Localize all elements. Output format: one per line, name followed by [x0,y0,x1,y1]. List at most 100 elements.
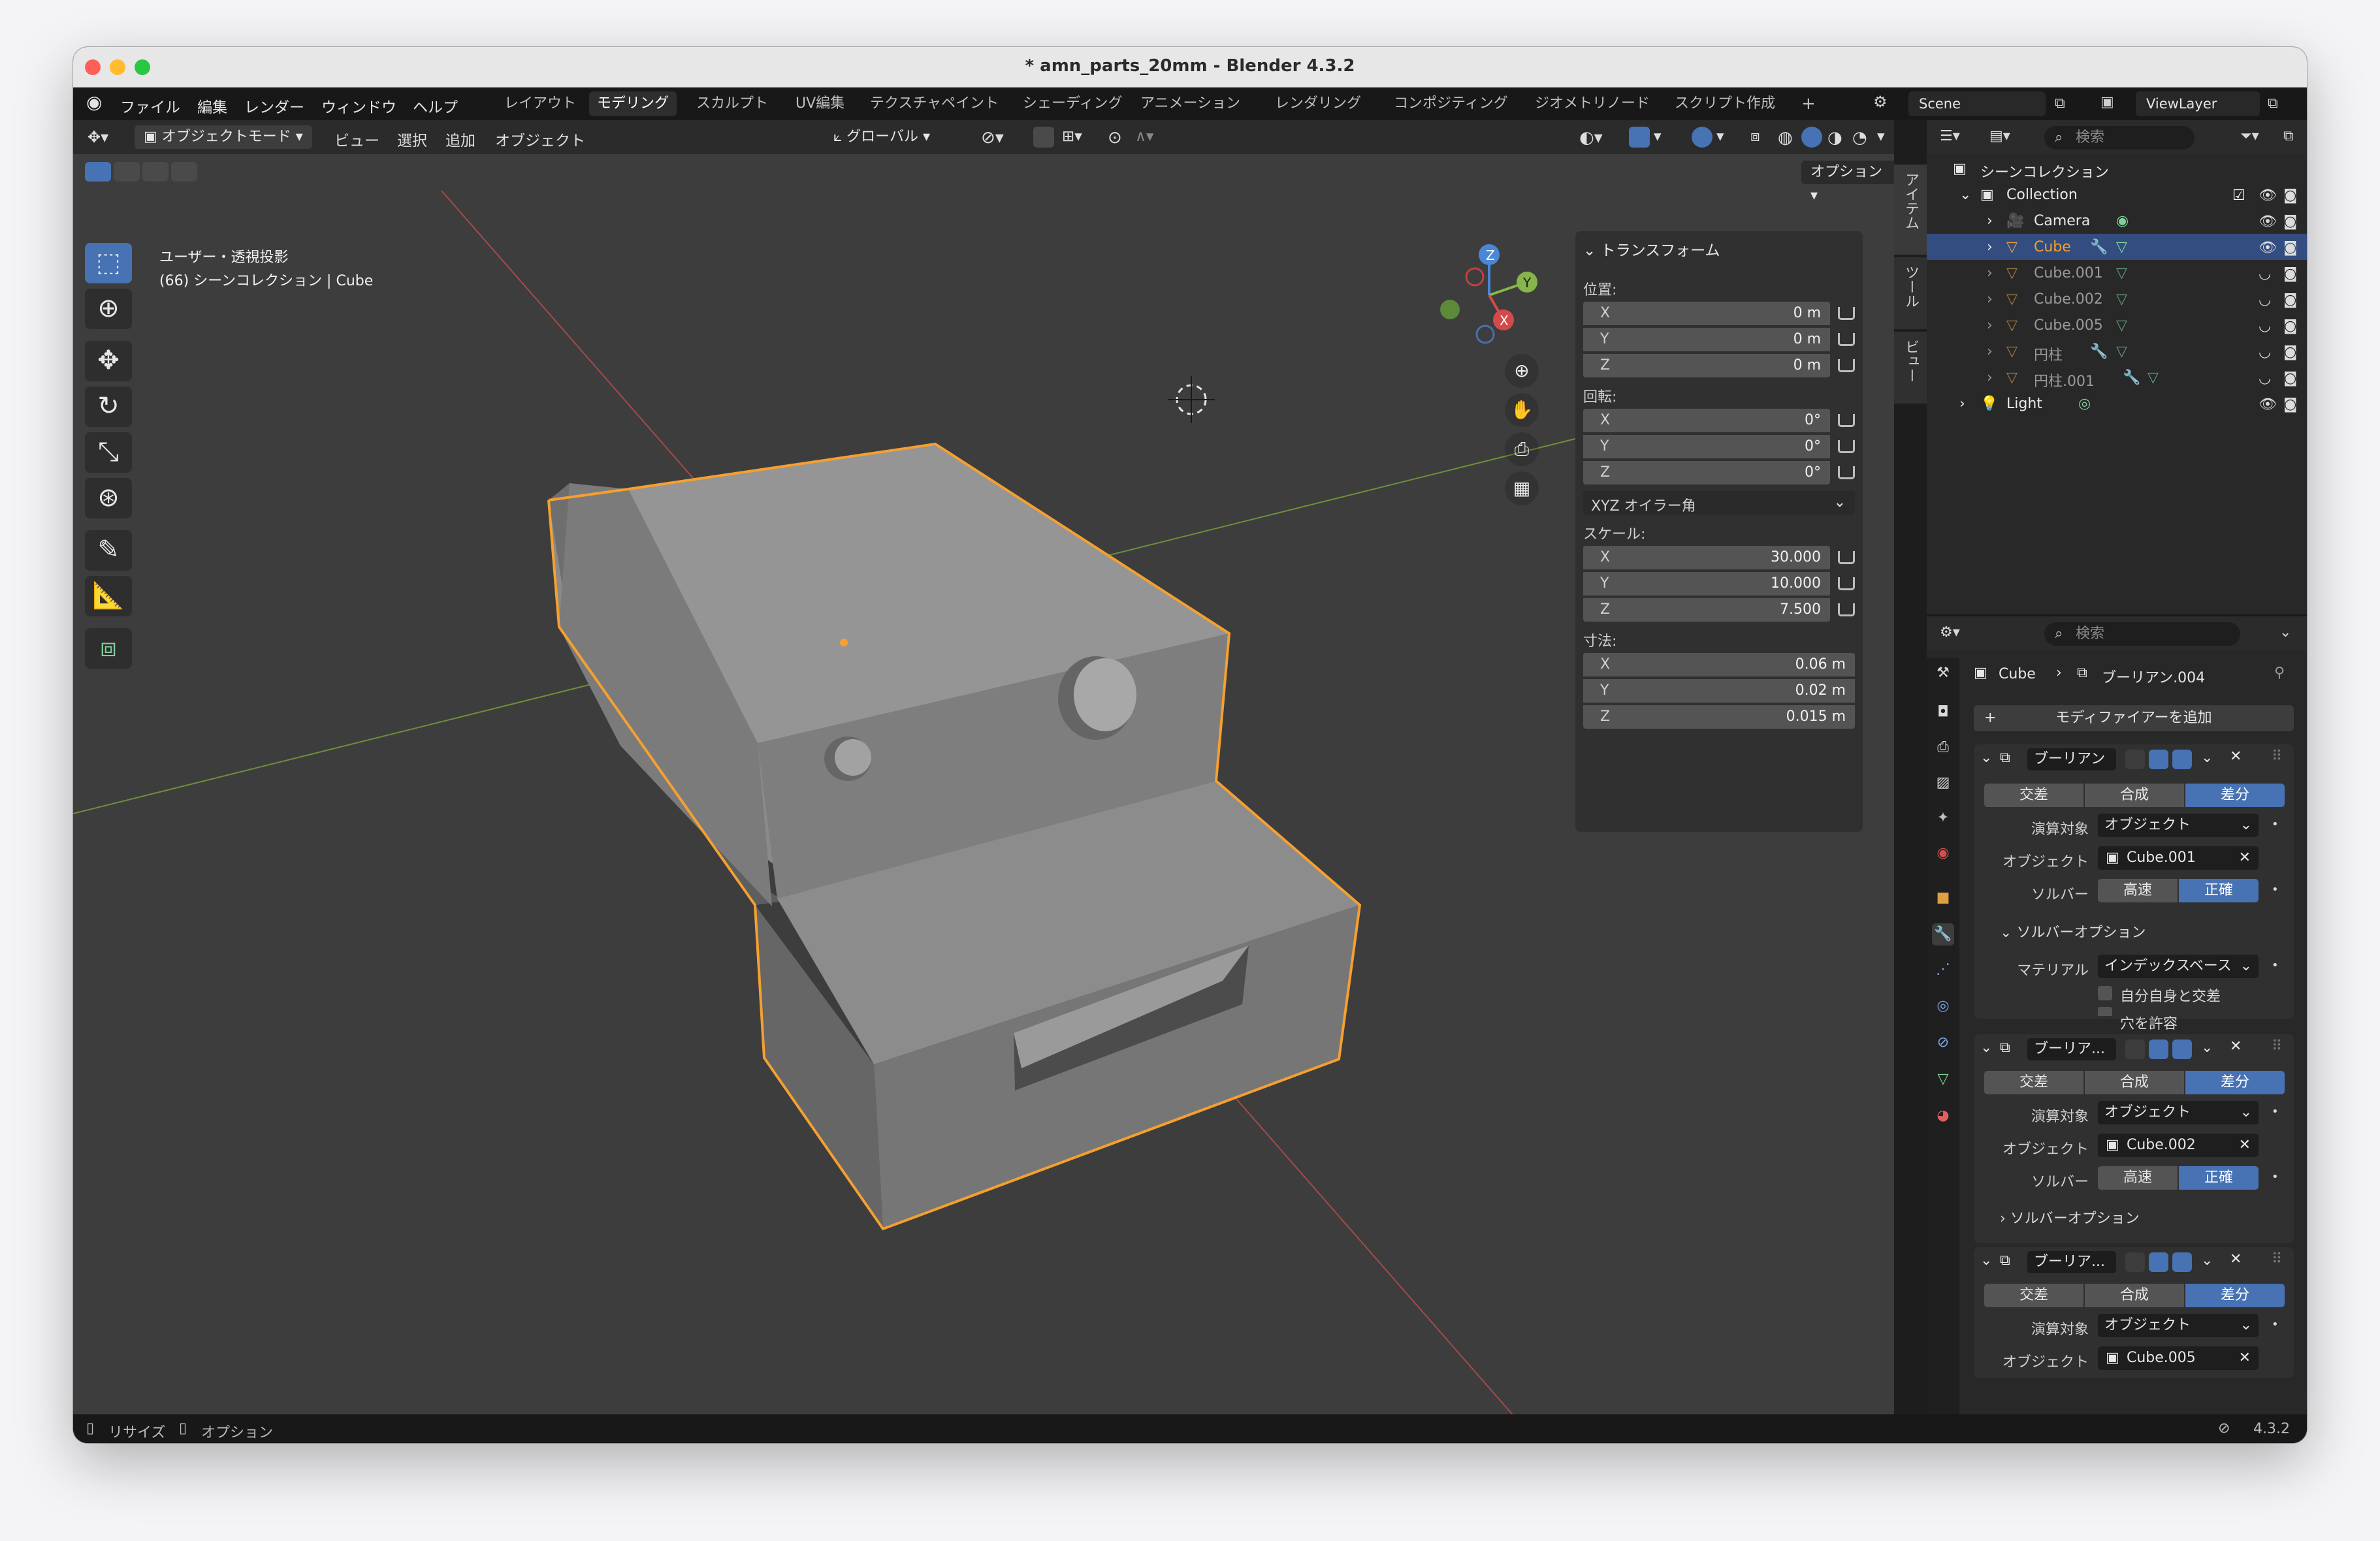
rotation-mode-dropdown[interactable]: XYZ オイラー角 ⌄ [1583,491,1855,515]
tab-compositing[interactable]: コンポジティング [1386,91,1516,116]
dimensions-z-field[interactable]: Z 0.015 m [1583,705,1855,729]
camera-view-icon[interactable]: ⎙ [1505,432,1539,466]
material-mode-dropdown[interactable]: インデックスベース ⌄ [2098,955,2259,978]
falloff-icon[interactable]: ∧▾ [1135,128,1153,145]
op-intersect-button[interactable]: 交差 [1984,784,2083,807]
clear-icon[interactable]: ✕ [2239,1134,2251,1157]
render-display-icon[interactable] [2172,1252,2192,1272]
scale-z-field[interactable]: Z 7.500 [1583,598,1830,622]
outliner-item-cylinder[interactable]: › ▽ 円柱 🔧 ▽ ◡ ◙ [1927,338,2307,364]
object-tab-icon[interactable]: ■ [1932,887,1954,909]
drag-handle-icon[interactable]: ⠿ [2272,1038,2282,1055]
proportional-edit-icon[interactable]: ⊙ [1108,128,1122,148]
tab-geometry-nodes[interactable]: ジオメトリノード [1527,91,1658,116]
chevron-right-icon[interactable]: › [1987,343,1993,360]
solver-fast-button[interactable]: 高速 [2098,1166,2178,1190]
menu-select[interactable]: 選択 [397,128,427,150]
pan-hand-icon[interactable]: ✋ [1505,393,1539,427]
lock-icon[interactable] [1838,577,1855,590]
add-modifier-button[interactable]: + モディファイアーを追加 [1974,705,2294,731]
scale-y-field[interactable]: Y 10.000 [1583,572,1830,596]
chevron-down-icon[interactable]: ⌄ [1980,1252,1992,1269]
lock-icon[interactable] [1838,551,1855,564]
rotation-y-field[interactable]: Y 0° [1583,435,1830,458]
op-difference-button[interactable]: 差分 [2185,1071,2285,1094]
chevron-right-icon[interactable]: › [1987,317,1993,334]
outliner-search-input[interactable]: ⌕ 検索 [2044,126,2195,150]
tab-sculpt[interactable]: スカルプト [688,91,776,116]
modifier-name-field[interactable]: ブーリア... [2027,1038,2116,1060]
drag-handle-icon[interactable]: ⠿ [2272,748,2282,765]
properties-search-input[interactable]: ⌕ 検索 [2044,622,2240,646]
new-scene-icon[interactable]: ⧉ [2055,95,2065,112]
keyframe-dot-icon[interactable]: • [2272,1105,2279,1119]
chevron-down-icon[interactable]: ⌄ [1980,1040,1992,1056]
edit-mode-icon[interactable] [2125,1040,2145,1059]
scene-tab-icon[interactable]: ✦ [1932,807,1954,829]
chevron-right-icon[interactable]: › [1959,396,1965,412]
close-icon[interactable]: ✕ [2230,748,2242,765]
pivot-point-icon[interactable]: ⊘▾ [981,128,1004,148]
close-icon[interactable]: ✕ [2230,1038,2242,1055]
camera-icon[interactable]: ◙ [2283,187,2297,204]
location-x-field[interactable]: X 0 m [1583,302,1830,325]
shading-dropdown-icon[interactable]: ▾ [1877,128,1885,145]
mode-selector[interactable]: ▣ オブジェクトモード ▾ [135,125,312,149]
snap-icon[interactable] [1033,127,1054,148]
material-tab-icon[interactable]: ◕ [1932,1105,1954,1127]
view-layer-icon[interactable]: ▣ [2100,94,2114,110]
constraints-tab-icon[interactable]: ⊘ [1932,1032,1954,1054]
eye-closed-icon[interactable]: ◡ [2259,266,2271,282]
orientation-selector[interactable]: ⟀ グローバル ▾ [824,125,968,149]
tab-shading[interactable]: シェーディング [1015,91,1130,116]
new-collection-icon[interactable]: ⧉ [2283,128,2294,144]
menu-window[interactable]: ウィンドウ [321,95,396,117]
solver-fast-button[interactable]: 高速 [2098,879,2178,902]
eye-closed-icon[interactable]: ◡ [2259,344,2271,360]
chevron-down-icon[interactable]: ⌄ [2201,1252,2213,1269]
select-box-tool-icon[interactable]: ⬚ [85,243,132,283]
clear-icon[interactable]: ✕ [2239,846,2251,870]
viewport-display-icon[interactable] [2149,1040,2168,1059]
close-icon[interactable]: ✕ [2230,1251,2242,1267]
eye-closed-icon[interactable]: ◡ [2259,370,2271,387]
filter-icon[interactable]: ⏷▾ [2240,128,2259,144]
dimensions-x-field[interactable]: X 0.06 m [1583,653,1855,676]
outliner-item-camera[interactable]: › 🎥 Camera ◉ 👁 ◙ [1927,208,2307,234]
overlays-dropdown-icon[interactable]: ▾ [1716,128,1724,145]
drag-handle-icon[interactable]: ⠿ [2272,1251,2282,1267]
outliner-item-light[interactable]: › 💡 Light ◎ 👁 ◙ [1927,390,2307,417]
keyframe-dot-icon[interactable]: • [2272,818,2279,831]
material-shading-icon[interactable]: ◑ [1827,128,1842,148]
self-intersection-checkbox[interactable] [2098,986,2112,1000]
camera-icon[interactable]: ◙ [2283,318,2297,334]
camera-icon[interactable]: ◙ [2283,370,2297,387]
solver-exact-button[interactable]: 正確 [2179,1166,2259,1190]
chevron-right-icon[interactable]: › [1987,265,1993,281]
particles-tab-icon[interactable]: ⋰ [1932,959,1954,981]
chevron-right-icon[interactable]: › [1987,291,1993,308]
menu-file[interactable]: ファイル [120,95,180,117]
menu-render[interactable]: レンダー [244,95,304,117]
transform-tool-icon[interactable]: ⊛ [85,478,132,518]
outliner-item-cube-001[interactable]: › ▽ Cube.001 ▽ ◡ ◙ [1927,260,2307,286]
camera-icon[interactable]: ◙ [2283,214,2297,230]
lock-icon[interactable] [1838,333,1855,346]
chevron-down-icon[interactable]: ⌄ [1980,750,1992,766]
gizmo-dropdown-icon[interactable]: ▾ [1654,128,1662,145]
chevron-down-icon[interactable]: ⌄ [2201,750,2213,766]
tab-texture-paint[interactable]: テクスチャペイント [862,91,1006,116]
transform-title[interactable]: ⌄ トランスフォーム [1583,238,1720,260]
outliner-item-cube-005[interactable]: › ▽ Cube.005 ▽ ◡ ◙ [1927,312,2307,338]
overlays-toggle-icon[interactable] [1692,127,1713,148]
object-field[interactable]: ▣ Cube.001 ✕ [2098,846,2259,870]
editor-type-icon[interactable]: ⚙▾ [1940,624,1960,641]
measure-tool-icon[interactable]: 📐 [85,576,132,616]
modifier-tab-icon[interactable]: 🔧 [1932,923,1954,945]
eye-icon[interactable]: 👁 [2259,240,2277,256]
operand-type-dropdown[interactable]: オブジェクト ⌄ [2098,1314,2259,1337]
lock-icon[interactable] [1838,359,1855,372]
view-layer-tab-icon[interactable]: ▨ [1932,772,1954,794]
chevron-down-icon[interactable]: ⌄ [2201,1040,2213,1056]
solver-options-subpanel[interactable]: › ソルバーオプション [2000,1207,2140,1228]
